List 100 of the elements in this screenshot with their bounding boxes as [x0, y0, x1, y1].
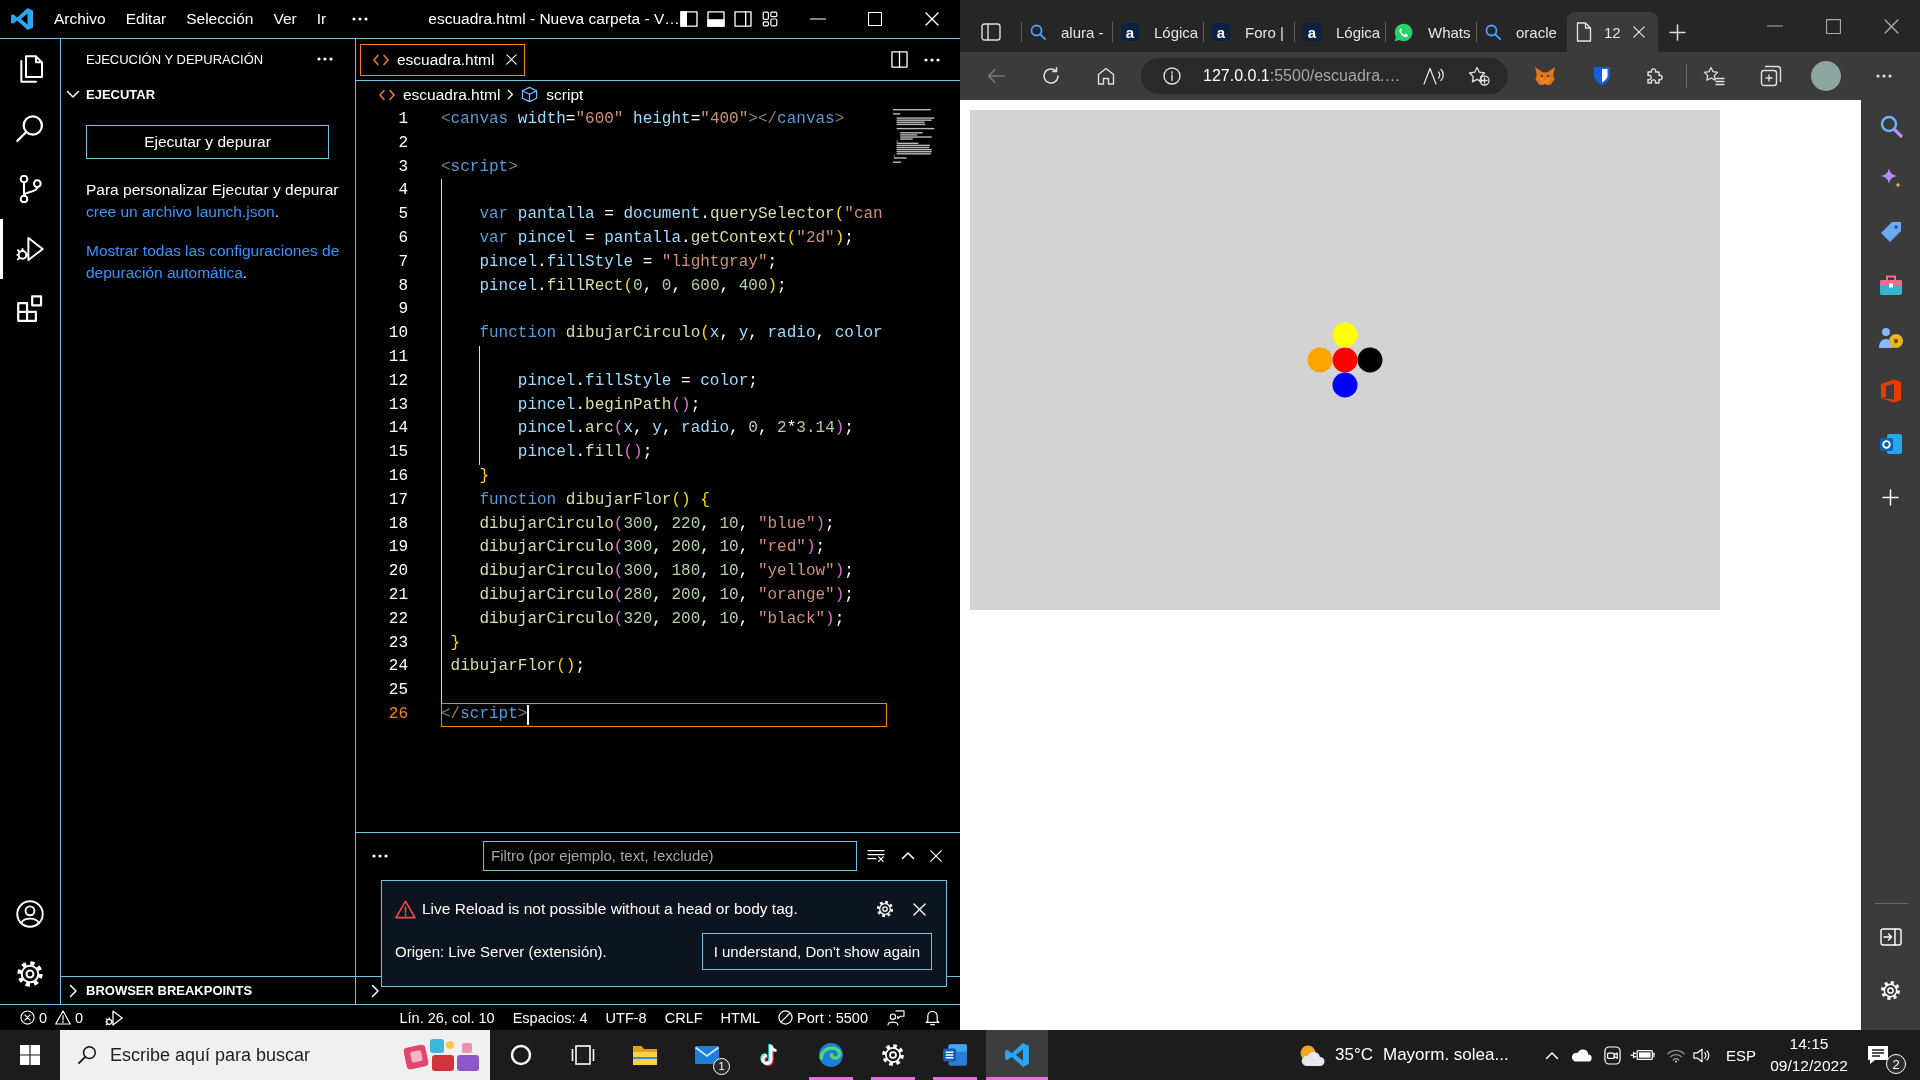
link[interactable]: Mostrar todas las configuraciones de depuración automática.: [86, 240, 346, 284]
more-icon[interactable]: [317, 57, 333, 61]
port-icon[interactable]: [778, 1010, 794, 1025]
browser-tab[interactable]: 12: [1567, 12, 1658, 52]
menu-item[interactable]: Ver: [263, 10, 307, 28]
fox-icon[interactable]: [1534, 66, 1556, 86]
new-tab-icon[interactable]: [1669, 24, 1686, 41]
line-number: 14: [387, 418, 408, 440]
panel-toggle-icon[interactable]: [707, 11, 725, 27]
extensions-icon[interactable]: [1645, 66, 1665, 86]
account-icon[interactable]: [16, 900, 44, 928]
notification-icon[interactable]: [1867, 1045, 1889, 1065]
chevron-right-icon[interactable]: [371, 983, 380, 998]
info-icon[interactable]: [1163, 67, 1181, 85]
clear-filter-icon[interactable]: [867, 848, 885, 863]
breadcrumb-item[interactable]: script: [521, 85, 584, 104]
video-camera-icon[interactable]: [1604, 1045, 1621, 1065]
favorites-icon[interactable]: [1703, 66, 1725, 86]
toolbox-icon[interactable]: [1878, 274, 1903, 296]
error-icon[interactable]: [20, 1010, 35, 1025]
more-icon[interactable]: [352, 17, 369, 21]
secondary-sidebar-icon[interactable]: [734, 11, 752, 27]
status-item[interactable]: Lín. 26, col. 10: [390, 1009, 504, 1026]
close-icon[interactable]: [1883, 18, 1899, 34]
settings-icon[interactable]: [876, 900, 894, 918]
collections-icon[interactable]: [1760, 65, 1782, 87]
add-favorite-icon[interactable]: [1468, 66, 1490, 86]
chevron-right-icon[interactable]: [68, 983, 78, 998]
chevron-up-icon[interactable]: [1545, 1050, 1559, 1060]
code-line: pincel.fillStyle = color;: [516, 370, 758, 392]
profile-avatar-icon[interactable]: [1811, 61, 1841, 91]
menu-item[interactable]: Editar: [115, 10, 177, 28]
feedback-icon[interactable]: [887, 1009, 905, 1026]
refresh-icon[interactable]: [1042, 67, 1060, 85]
warning-icon[interactable]: [55, 1010, 72, 1025]
bell-icon[interactable]: [925, 1009, 940, 1026]
start-icon[interactable]: [20, 1045, 40, 1065]
line-number: 8: [397, 275, 408, 297]
line-number: 16: [387, 465, 408, 487]
link[interactable]: cree un archivo launch.json: [86, 203, 275, 220]
menu-item[interactable]: Ir: [306, 10, 337, 28]
port-status[interactable]: Port : 5500: [793, 1009, 877, 1026]
code-line: dibujarCirculo(300, 220, 10, "blue");: [478, 513, 835, 535]
clock-time[interactable]: 14:15: [1789, 1033, 1829, 1055]
line-number: 10: [387, 323, 408, 345]
tab-actions-icon[interactable]: [981, 23, 1001, 41]
run-debug-icon[interactable]: [105, 1009, 124, 1026]
chevron-up-icon[interactable]: [901, 851, 915, 860]
sidebar-toggle-icon[interactable]: [680, 11, 698, 27]
filter-field[interactable]: Filtro (por ejemplo, text, !exclude): [483, 840, 857, 871]
status-item[interactable]: HTML: [711, 1009, 770, 1026]
more-icon[interactable]: [372, 853, 388, 858]
line-number: 1: [397, 109, 408, 130]
split-editor-icon[interactable]: [891, 51, 908, 68]
battery-icon[interactable]: [1630, 1049, 1655, 1061]
more-icon[interactable]: [924, 57, 940, 62]
game-figure-icon[interactable]: [1878, 327, 1903, 349]
door-icon[interactable]: [1879, 379, 1902, 403]
line-number: 22: [387, 608, 408, 630]
search-field[interactable]: Escribe aquí para buscar: [60, 1030, 490, 1080]
run-and-debug-button[interactable]: Ejecutar y depurar: [86, 125, 329, 159]
breadcrumb-item[interactable]: escuadra.html: [379, 85, 501, 104]
layout-grid-icon[interactable]: [761, 11, 779, 27]
weather-condition[interactable]: Mayorm. solea...: [1383, 1045, 1509, 1065]
sidebar-panel-icon[interactable]: [1879, 928, 1902, 946]
code-line: dibujarCirculo(300, 180, 10, "yellow");: [478, 561, 854, 583]
dismiss-button[interactable]: I understand, Don't show again: [701, 932, 932, 970]
section-header[interactable]: BROWSER BREAKPOINTS: [86, 983, 253, 998]
line-number: 7: [397, 251, 408, 273]
taskbar-button[interactable]: 1: [676, 1030, 738, 1080]
wifi-icon[interactable]: [1667, 1047, 1685, 1063]
address-bar[interactable]: 127.0.0.1:5500/escuadra.…: [1141, 58, 1508, 94]
search-icon[interactable]: [1878, 114, 1903, 138]
read-aloud-icon[interactable]: [1423, 67, 1445, 85]
settings-icon[interactable]: [1880, 979, 1901, 1001]
mail-icon: [694, 1045, 720, 1065]
warning-count[interactable]: 0: [75, 1009, 84, 1026]
maximize-icon[interactable]: [1825, 18, 1841, 34]
editor-tab[interactable]: escuadra.html: [360, 43, 526, 76]
more-icon[interactable]: [1875, 74, 1893, 78]
section-header[interactable]: EJECUTAR: [86, 86, 156, 102]
volume-icon[interactable]: [1693, 1047, 1711, 1063]
status-item[interactable]: Espacios: 4: [503, 1009, 597, 1026]
menu-item[interactable]: Selección: [176, 10, 264, 28]
cloud-icon[interactable]: [1570, 1048, 1592, 1062]
chevron-down-icon[interactable]: [66, 89, 80, 99]
plus-icon[interactable]: [1882, 488, 1899, 506]
ring-tile-icon[interactable]: [1878, 433, 1903, 455]
settings-icon[interactable]: [16, 960, 44, 988]
home-icon[interactable]: [1097, 67, 1115, 85]
clock-date[interactable]: 09/12/2022: [1770, 1055, 1848, 1077]
error-count[interactable]: 0: [39, 1009, 48, 1026]
status-item[interactable]: UTF-8: [596, 1009, 656, 1026]
input-language[interactable]: ESP: [1726, 1046, 1756, 1064]
shield-icon[interactable]: [1593, 66, 1611, 86]
search-icon: [16, 115, 44, 143]
temperature[interactable]: 35°C: [1335, 1045, 1373, 1065]
menu-item[interactable]: Archivo: [44, 10, 116, 28]
line-number: 15: [387, 442, 408, 464]
status-item[interactable]: CRLF: [655, 1009, 712, 1026]
